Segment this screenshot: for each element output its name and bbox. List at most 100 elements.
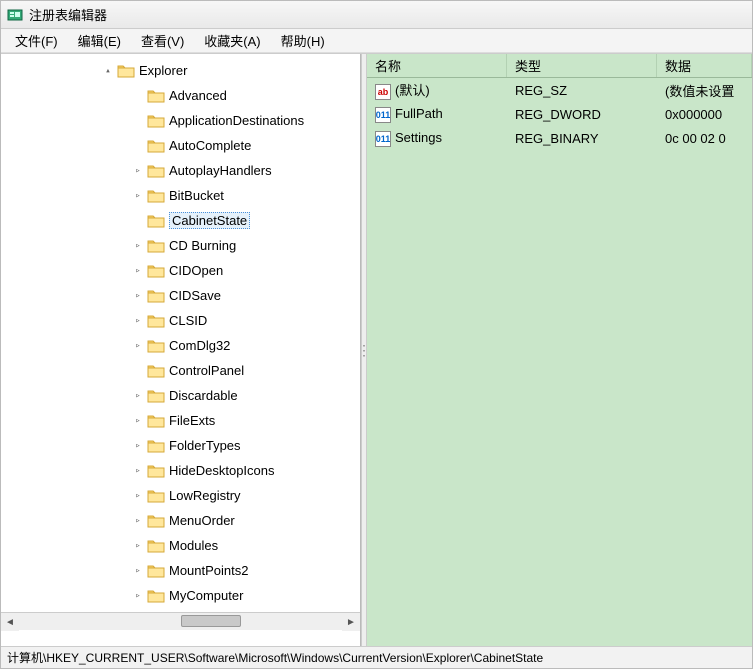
header-type[interactable]: 类型 — [507, 54, 657, 77]
tree-node[interactable]: ▹ MenuOrder — [1, 508, 360, 533]
tree-node-label: CD Burning — [169, 238, 242, 253]
menu-help[interactable]: 帮助(H) — [273, 29, 333, 52]
value-type-icon: 011 — [375, 131, 391, 147]
tree-node-label: ComDlg32 — [169, 338, 236, 353]
titlebar: 注册表编辑器 — [1, 1, 752, 29]
tree-node-label: CIDOpen — [169, 263, 229, 278]
folder-icon — [147, 513, 165, 529]
tree-node[interactable]: ▹ CIDSave — [1, 283, 360, 308]
menu-edit[interactable]: 编辑(E) — [70, 29, 129, 52]
list-row[interactable]: 011SettingsREG_BINARY0c 00 02 0 — [367, 126, 752, 150]
tree-pane[interactable]: ▴ Explorer Advanced ApplicationDestinations… — [1, 54, 361, 646]
tree-node-label: Discardable — [169, 388, 244, 403]
tree-node-label: LowRegistry — [169, 488, 247, 503]
tree-node-label: FolderTypes — [169, 438, 247, 453]
list-row[interactable]: ab (默认) REG_SZ(数值未设置 — [367, 78, 752, 102]
tree-node-root[interactable]: ▴ Explorer — [1, 58, 360, 83]
list-row[interactable]: 011FullPathREG_DWORD0x000000 — [367, 102, 752, 126]
tree-node-label: AutoComplete — [169, 138, 257, 153]
cell-data: (数值未设置 — [657, 81, 752, 100]
tree-node-label: MyComputer — [169, 588, 249, 603]
expand-collapse-icon[interactable]: ▹ — [131, 591, 145, 601]
app-icon — [7, 7, 23, 23]
tree-node[interactable]: ▹ MyComputer — [1, 583, 360, 608]
tree-node-label: CIDSave — [169, 288, 227, 303]
tree-node[interactable]: ▹ CIDOpen — [1, 258, 360, 283]
value-type-icon: ab — [375, 84, 391, 100]
tree-node[interactable]: AutoComplete — [1, 133, 360, 158]
value-name: (默认) — [395, 83, 430, 98]
folder-icon — [147, 363, 165, 379]
expand-collapse-icon[interactable]: ▹ — [131, 516, 145, 526]
cell-type: REG_DWORD — [507, 107, 657, 122]
expand-collapse-icon[interactable]: ▹ — [131, 491, 145, 501]
tree-node[interactable]: ▹FileExts — [1, 408, 360, 433]
folder-icon — [147, 463, 165, 479]
tree-node[interactable]: ▹HideDesktopIcons — [1, 458, 360, 483]
tree-node[interactable]: Advanced — [1, 83, 360, 108]
tree-node-label: MenuOrder — [169, 513, 241, 528]
folder-icon — [147, 413, 165, 429]
value-type-icon: 011 — [375, 107, 391, 123]
expand-collapse-icon[interactable]: ▹ — [131, 266, 145, 276]
header-data[interactable]: 数据 — [657, 54, 752, 77]
tree-node[interactable]: ControlPanel — [1, 358, 360, 383]
expand-collapse-icon[interactable]: ▹ — [131, 291, 145, 301]
scroll-right-icon[interactable]: ► — [342, 613, 360, 631]
tree-node-label: ControlPanel — [169, 363, 250, 378]
tree-node[interactable]: ▹CLSID — [1, 308, 360, 333]
expand-collapse-icon[interactable]: ▹ — [131, 441, 145, 451]
expand-collapse-icon[interactable]: ▹ — [131, 191, 145, 201]
menu-view[interactable]: 查看(V) — [133, 29, 192, 52]
expand-collapse-icon[interactable]: ▹ — [131, 466, 145, 476]
expand-collapse-icon[interactable]: ▹ — [131, 416, 145, 426]
tree-node-label: Advanced — [169, 88, 233, 103]
tree-node-label: AutoplayHandlers — [169, 163, 278, 178]
tree-node[interactable]: ▹ CD Burning — [1, 233, 360, 258]
expand-collapse-icon[interactable]: ▹ — [131, 391, 145, 401]
folder-icon — [147, 488, 165, 504]
tree-node[interactable]: ▹ FolderTypes — [1, 433, 360, 458]
expand-collapse-icon[interactable]: ▹ — [131, 166, 145, 176]
folder-icon — [147, 113, 165, 129]
expand-collapse-icon[interactable]: ▹ — [131, 541, 145, 551]
tree-node[interactable]: ▹ MountPoints2 — [1, 558, 360, 583]
folder-icon — [147, 338, 165, 354]
expand-collapse-icon[interactable]: ▹ — [131, 341, 145, 351]
folder-icon — [147, 138, 165, 154]
tree-node[interactable]: ▹BitBucket — [1, 183, 360, 208]
menubar: 文件(F) 编辑(E) 查看(V) 收藏夹(A) 帮助(H) — [1, 29, 752, 53]
tree-node[interactable]: ▹ Discardable — [1, 383, 360, 408]
tree-node[interactable]: ▹Modules — [1, 533, 360, 558]
expand-collapse-icon[interactable]: ▴ — [101, 66, 115, 76]
scroll-thumb[interactable] — [181, 615, 241, 627]
tree-node[interactable]: ▹ LowRegistry — [1, 483, 360, 508]
tree-node[interactable]: ▹ ComDlg32 — [1, 333, 360, 358]
tree-node-label: Explorer — [139, 63, 193, 78]
folder-icon — [147, 188, 165, 204]
scroll-left-icon[interactable]: ◄ — [1, 613, 19, 631]
value-pane[interactable]: 名称 类型 数据 ab (默认) REG_SZ(数值未设置 011 FullPath RE… — [367, 54, 752, 646]
expand-collapse-icon[interactable]: ▹ — [131, 316, 145, 326]
menu-file[interactable]: 文件(F) — [7, 29, 66, 52]
content-area: ▴ Explorer Advanced ApplicationDestinations… — [1, 53, 752, 646]
folder-icon — [147, 313, 165, 329]
folder-icon — [147, 588, 165, 604]
tree-node-label: MountPoints2 — [169, 563, 255, 578]
menu-favorites[interactable]: 收藏夹(A) — [196, 29, 268, 52]
cell-data: 0c 00 02 0 — [657, 131, 752, 146]
value-name: FullPath — [395, 106, 443, 121]
tree-node[interactable]: ▹ AutoplayHandlers — [1, 158, 360, 183]
status-path: 计算机\HKEY_CURRENT_USER\Software\Microsoft… — [7, 649, 543, 666]
window-title: 注册表编辑器 — [29, 5, 107, 24]
tree-node-label: CabinetState — [169, 212, 250, 229]
tree-node[interactable]: CabinetState — [1, 208, 360, 233]
tree-node-label: ApplicationDestinations — [169, 113, 310, 128]
tree-hscroll[interactable]: ◄ ► — [1, 612, 360, 630]
folder-icon — [147, 288, 165, 304]
cell-type: REG_SZ — [507, 83, 657, 98]
tree-node[interactable]: ApplicationDestinations — [1, 108, 360, 133]
header-name[interactable]: 名称 — [367, 54, 507, 77]
expand-collapse-icon[interactable]: ▹ — [131, 241, 145, 251]
expand-collapse-icon[interactable]: ▹ — [131, 566, 145, 576]
